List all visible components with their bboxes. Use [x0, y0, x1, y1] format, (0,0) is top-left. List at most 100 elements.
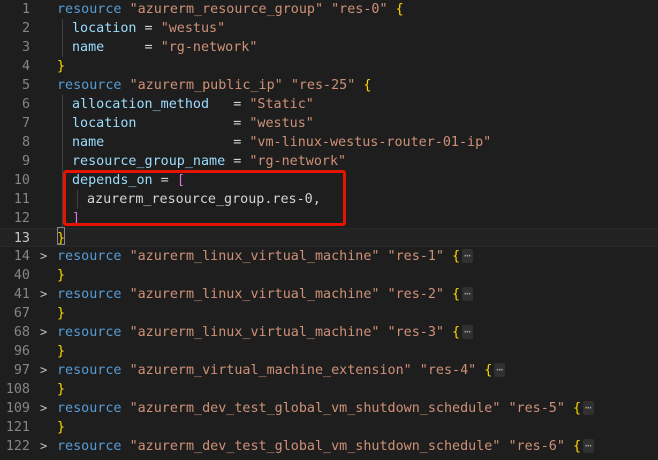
- code-token: {: [452, 249, 461, 264]
- line-number: 96: [13, 344, 30, 359]
- code-content[interactable]: resource "azurerm_linux_virtual_machine"…: [57, 323, 473, 342]
- code-content[interactable]: }: [57, 266, 65, 285]
- line-number: 7: [21, 116, 30, 131]
- code-token: resource_group_name: [72, 154, 226, 169]
- code-content[interactable]: }: [57, 418, 65, 437]
- code-line[interactable]: 41 > resource "azurerm_linux_virtual_machi…: [0, 285, 658, 304]
- line-number: 6: [21, 97, 30, 112]
- fold-chevron-right-icon[interactable]: >: [40, 437, 50, 456]
- fold-chevron-right-icon[interactable]: >: [40, 399, 50, 418]
- line-number: 68: [13, 325, 30, 340]
- code-token: =: [225, 154, 250, 169]
- code-token: {: [572, 439, 582, 454]
- code-content[interactable]: resource_group_name = "rg-network": [72, 152, 346, 171]
- code-content[interactable]: name = "rg-network": [72, 38, 257, 57]
- code-token: {: [395, 2, 404, 17]
- folded-region-ellipsis[interactable]: ⋯: [494, 363, 505, 377]
- code-content[interactable]: }: [57, 57, 65, 76]
- code-line[interactable]: 2 location = "westus": [0, 19, 658, 38]
- code-line[interactable]: 1 resource "azurerm_resource_group" "res-…: [0, 0, 658, 19]
- code-token: "azurerm_dev_test_global_vm_shutdown_sch…: [129, 401, 501, 416]
- fold-chevron-right-icon[interactable]: >: [40, 285, 50, 304]
- code-content[interactable]: resource "azurerm_virtual_machine_extens…: [57, 361, 505, 380]
- line-number: 14: [13, 249, 30, 264]
- folded-region-ellipsis[interactable]: ⋯: [462, 287, 473, 301]
- code-line[interactable]: 6 allocation_method = "Static": [0, 95, 658, 114]
- code-editor[interactable]: 1 resource "azurerm_resource_group" "res-…: [0, 0, 658, 460]
- code-line[interactable]: 8 name = "vm-linux-westus-router-01-ip": [0, 133, 658, 152]
- code-content[interactable]: location = "westus": [72, 19, 225, 38]
- code-token: resource: [57, 363, 122, 378]
- code-content[interactable]: resource "azurerm_resource_group" "res-0…: [57, 0, 404, 19]
- line-number: 4: [21, 59, 30, 74]
- code-content[interactable]: }: [57, 342, 65, 361]
- code-line[interactable]: 40}: [0, 266, 658, 285]
- code-token: name: [72, 40, 105, 55]
- line-number: 108: [5, 382, 30, 397]
- code-token: "res-5": [508, 401, 565, 416]
- code-token: location: [72, 21, 137, 36]
- bracket-match-cursor: [57, 227, 65, 245]
- code-line[interactable]: 67}: [0, 304, 658, 323]
- line-number: 10: [13, 173, 30, 188]
- code-token: {: [452, 325, 461, 340]
- code-token: "rg-network": [249, 154, 347, 169]
- code-line[interactable]: 121}: [0, 418, 658, 437]
- line-number: 121: [5, 420, 30, 435]
- code-token: location: [72, 116, 137, 131]
- code-token: "res-25": [290, 78, 356, 93]
- code-line[interactable]: 5 resource "azurerm_public_ip" "res-25" {: [0, 76, 658, 95]
- code-line[interactable]: 13}: [0, 228, 658, 247]
- fold-chevron-right-icon[interactable]: >: [40, 247, 50, 266]
- code-token: =: [136, 21, 161, 36]
- code-line[interactable]: 9 resource_group_name = "rg-network": [0, 152, 658, 171]
- fold-chevron-right-icon[interactable]: >: [40, 361, 50, 380]
- code-token: =: [136, 116, 250, 131]
- code-token: {: [484, 363, 493, 378]
- code-token: "azurerm_public_ip": [129, 78, 283, 93]
- code-token: "res-0": [331, 2, 388, 17]
- folded-region-ellipsis[interactable]: ⋯: [462, 249, 473, 263]
- code-token: }: [57, 306, 66, 321]
- code-content[interactable]: location = "westus": [72, 114, 314, 133]
- code-content[interactable]: resource "azurerm_linux_virtual_machine"…: [57, 285, 473, 304]
- folded-region-ellipsis[interactable]: ⋯: [583, 401, 594, 415]
- code-content[interactable]: resource "azurerm_dev_test_global_vm_shu…: [57, 399, 594, 418]
- line-number: 1: [21, 2, 30, 17]
- code-content[interactable]: resource "azurerm_dev_test_global_vm_shu…: [57, 437, 594, 456]
- code-line[interactable]: 7 location = "westus": [0, 114, 658, 133]
- code-line[interactable]: 68 > resource "azurerm_linux_virtual_machi…: [0, 323, 658, 342]
- code-token: resource: [57, 401, 122, 416]
- code-token: }: [57, 382, 66, 397]
- code-line[interactable]: 122 > resource "azurerm_dev_test_global_vm…: [0, 437, 658, 456]
- code-line[interactable]: 14 > resource "azurerm_linux_virtual_machi…: [0, 247, 658, 266]
- code-token: resource: [57, 2, 122, 17]
- code-line[interactable]: 109 > resource "azurerm_dev_test_global_vm…: [0, 399, 658, 418]
- code-line[interactable]: 3 name = "rg-network": [0, 38, 658, 57]
- code-content[interactable]: resource "azurerm_public_ip" "res-25" {: [57, 76, 371, 95]
- code-content[interactable]: }: [57, 304, 65, 323]
- code-content[interactable]: allocation_method = "Static": [72, 95, 314, 114]
- code-content[interactable]: resource "azurerm_linux_virtual_machine"…: [57, 247, 473, 266]
- code-line[interactable]: 97 > resource "azurerm_virtual_machine_ext…: [0, 361, 658, 380]
- code-token: allocation_method: [72, 97, 210, 112]
- folded-region-ellipsis[interactable]: ⋯: [462, 325, 473, 339]
- code-line[interactable]: 4}: [0, 57, 658, 76]
- code-line[interactable]: 96}: [0, 342, 658, 361]
- folded-region-ellipsis[interactable]: ⋯: [583, 439, 594, 453]
- code-token: name: [72, 135, 105, 150]
- fold-chevron-right-icon[interactable]: >: [40, 323, 50, 342]
- code-content[interactable]: name = "vm-linux-westus-router-01-ip": [72, 133, 491, 152]
- code-content[interactable]: }: [57, 380, 65, 399]
- code-line[interactable]: 108}: [0, 380, 658, 399]
